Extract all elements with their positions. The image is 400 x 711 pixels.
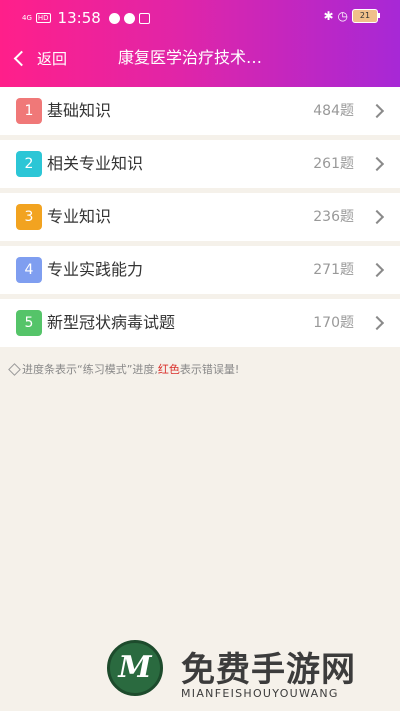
back-button[interactable]: 返回 — [12, 40, 67, 76]
chevron-right-icon — [369, 209, 385, 225]
app-notification-icon — [138, 12, 150, 24]
question-count: 484题 — [313, 103, 354, 119]
app-header: 4G HD 13:58 ✱ ◷ 21 返回 康复医学治疗技术… — [0, 0, 400, 87]
category-label: 基础知识 — [47, 101, 112, 120]
category-list: 1 基础知识 484题 2 相关专业知识 261题 3 专业知识 236题 4 … — [0, 87, 400, 352]
watermark-logo: M — [107, 640, 163, 696]
compass-icon — [123, 12, 135, 24]
chevron-right-icon — [369, 315, 385, 331]
page-title: 康复医学治疗技术… — [118, 48, 263, 67]
category-item[interactable]: 4 专业实践能力 271题 — [0, 246, 400, 294]
status-bar: 4G HD 13:58 ✱ ◷ 21 — [0, 0, 400, 33]
chevron-right-icon — [369, 262, 385, 278]
category-index-badge: 2 — [16, 151, 42, 177]
category-label: 专业知识 — [47, 207, 112, 226]
category-index-badge: 4 — [16, 257, 42, 283]
question-count: 261题 — [313, 156, 354, 172]
note-text-1: 进度条表示“练习模式”进度, — [22, 363, 158, 376]
category-item[interactable]: 1 基础知识 484题 — [0, 87, 400, 135]
category-index-badge: 5 — [16, 310, 42, 336]
flame-icon — [108, 12, 120, 24]
site-watermark: M 免费手游网 MIANFEISHOUYOUWANG — [107, 640, 397, 706]
progress-note: 进度条表示“练习模式”进度, 红色 表示错误量! — [8, 361, 240, 377]
category-item[interactable]: 3 专业知识 236题 — [0, 193, 400, 241]
category-label: 相关专业知识 — [47, 154, 144, 173]
watermark-subtitle: MIANFEISHOUYOUWANG — [181, 687, 339, 700]
category-index-badge: 3 — [16, 204, 42, 230]
category-label: 专业实践能力 — [47, 260, 144, 279]
chevron-right-icon — [369, 103, 385, 119]
category-item[interactable]: 2 相关专业知识 261题 — [0, 140, 400, 188]
category-item[interactable]: 5 新型冠状病毒试题 170题 — [0, 299, 400, 347]
chevron-left-icon — [13, 50, 30, 66]
bluetooth-icon: ✱ — [323, 9, 334, 23]
watermark-title: 免费手游网 — [181, 650, 356, 690]
alarm-icon: ◷ — [337, 9, 348, 23]
back-label: 返回 — [37, 49, 68, 68]
question-count: 170题 — [313, 315, 354, 331]
question-count: 271题 — [313, 262, 354, 278]
note-text-2: 表示错误量! — [179, 363, 240, 376]
question-count: 236题 — [313, 209, 354, 225]
category-index-badge: 1 — [16, 98, 42, 124]
status-time: 13:58 — [57, 9, 101, 27]
chevron-right-icon — [369, 156, 385, 172]
network-signal: 4G — [22, 13, 32, 22]
note-red-text: 红色 — [157, 363, 180, 376]
pencil-icon — [8, 362, 21, 376]
category-label: 新型冠状病毒试题 — [47, 313, 176, 332]
nav-bar: 返回 康复医学治疗技术… — [0, 40, 400, 76]
battery-indicator: 21 — [352, 9, 380, 23]
hd-badge: HD — [35, 13, 51, 23]
